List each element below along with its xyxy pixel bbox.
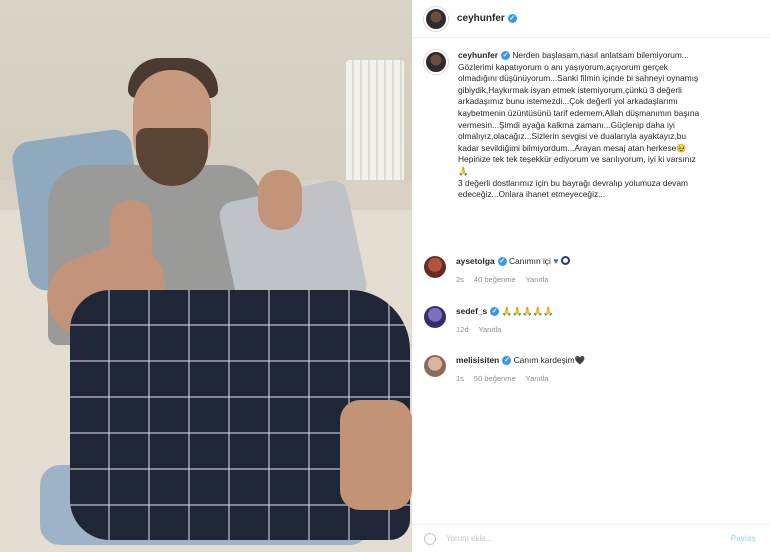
post-photo[interactable] [0,0,412,552]
reply-button[interactable]: Yanıtla [526,274,549,285]
caption-line: kadar sevildiğimi bilmiyordum...Arayan m… [458,142,687,153]
comment-text: 🙏🙏🙏🙏🙏 [501,306,554,316]
caption-line: olmadığını düşünüyorum...Sanki filmin iç… [458,73,699,84]
commenter-username[interactable]: sedef_s ✓ [456,306,500,316]
comment-bar: Yorum ekle... Paylaş [412,524,770,552]
caption-line: 🙏 [458,165,469,176]
caption-line: arkadaşımız bunu istemezdi...Çok değerli… [458,96,678,107]
caption-avatar[interactable] [424,50,448,74]
comment-time[interactable]: 1s [456,373,464,384]
commenter-avatar[interactable] [424,355,446,377]
commenter-username[interactable]: aysetolga ✓ [456,256,507,266]
caption-line: vermesin...Şimdi ayağa kalkma zamanı...G… [458,119,675,130]
comment-item: aysetolga ✓ Canımın içi ♥ 2s 40 beğenme Y… [424,256,764,285]
comment-item: melisisiten ✓ Canım kardeşim🖤 1s 50 beğen… [424,355,764,384]
author-avatar[interactable] [424,6,448,31]
post-header: ceyhunfer ✓ [412,0,770,38]
verified-icon: ✓ [501,51,511,60]
caption-line: gibiydik,Haykırmak isyan etmek istemiyor… [458,84,682,95]
caption-line: edeceğiz...Onlara ihanet etmeyeceğiz... [458,189,606,200]
comment-time[interactable]: 12d [456,324,469,335]
caption-line: 3 değerli dostlarımız için bu bayrağı de… [458,177,688,188]
photo-thumbs-up-left [110,200,152,270]
comment-text: Canım kardeşim🖤 [513,355,586,365]
caption-line: Gözlerimi kapatıyorum o anı yaşıyorum,aç… [458,61,668,72]
comment-item: sedef_s ✓ 🙏🙏🙏🙏🙏 12d Yanıtla [424,306,764,335]
emoji-icon[interactable] [424,532,436,545]
commenter-avatar[interactable] [424,256,446,278]
photo-person-shin [340,400,412,510]
caption-text: ceyhunfer ✓ Nerden başlasam,nasıl anlatsa… [458,50,758,201]
reply-button[interactable]: Yanıtla [526,373,549,384]
comment-time[interactable]: 2s [456,274,464,285]
caption-line: olmalıyız,olacağız...Sizlerin sevgisi ve… [458,131,687,142]
comment-text: Canımın içi [508,256,551,266]
post-button[interactable]: Paylaş [731,534,756,543]
post-caption: ceyhunfer ✓ Nerden başlasam,nasıl anlatsa… [424,50,764,201]
commenter-username[interactable]: melisisiten ✓ [456,355,512,365]
commenter-avatar[interactable] [424,306,446,328]
post-sidebar: ceyhunfer ✓ ceyhunfer ✓ Nerden başlasam,na… [412,0,770,552]
comment-likes[interactable]: 50 beğenme [474,373,516,384]
verified-icon: ✓ [502,356,512,365]
caption-username[interactable]: ceyhunfer ✓ [458,50,511,60]
comment-likes[interactable]: 40 beğenme [474,274,516,285]
nazar-icon [560,256,570,265]
caption-line: Hepinize tek tek teşekkür ediyorum ve sa… [458,154,696,165]
author-username[interactable]: ceyhunfer ✓ [457,13,517,24]
photo-thumbs-up-right [258,170,302,230]
caption-line: kaybetmenin üzüntüsünü tarif edemem,Alla… [458,107,700,118]
verified-icon: ✓ [490,307,500,316]
verified-icon: ✓ [507,14,517,23]
reply-button[interactable]: Yanıtla [479,324,502,335]
comment-input[interactable]: Yorum ekle... [446,534,492,543]
blue-heart-icon: ♥ [553,256,559,266]
verified-icon: ✓ [497,257,507,266]
